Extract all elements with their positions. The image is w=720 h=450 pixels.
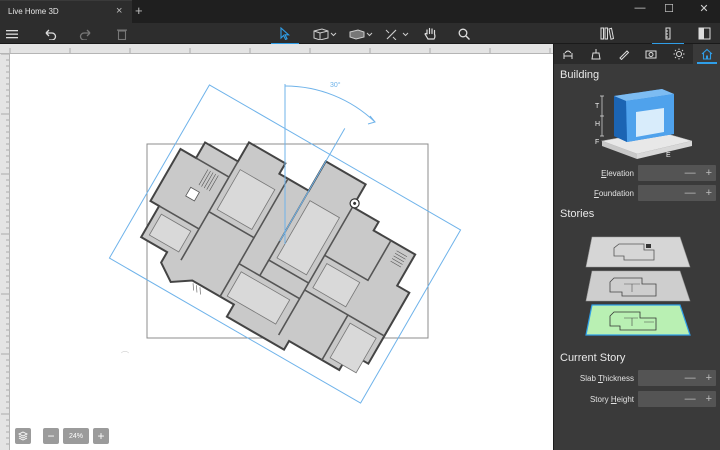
minimize-button[interactable]: —: [630, 2, 650, 14]
pan-hand-icon[interactable]: [420, 23, 440, 44]
close-button[interactable]: ✕: [694, 2, 714, 15]
title-bar: Live Home 3D × + — ☐ ✕: [0, 0, 720, 23]
tab-close-icon[interactable]: ×: [116, 5, 122, 17]
light-tab-icon[interactable]: [665, 44, 693, 64]
diagram-label-t: T: [595, 103, 600, 110]
menu-icon[interactable]: [2, 23, 22, 44]
rotation-angle-label: 30°: [330, 81, 341, 89]
stories-stack: [585, 236, 691, 336]
elevation-field[interactable]: — +: [638, 165, 716, 181]
zoom-out-button[interactable]: −: [43, 428, 59, 444]
layout-icon[interactable]: [694, 23, 714, 44]
elevation-increment[interactable]: +: [706, 167, 712, 179]
slab-thickness-field[interactable]: — +: [638, 370, 716, 386]
app-window: Live Home 3D × + — ☐ ✕ 30° ⌒ − 24% + Bui…: [0, 0, 720, 450]
foundation-field[interactable]: — +: [638, 185, 716, 201]
redo-icon[interactable]: [76, 23, 96, 44]
slab-thickness-label: Slab Thickness: [579, 374, 634, 383]
diagram-label-e: E: [666, 152, 671, 159]
layers-button[interactable]: [15, 428, 31, 444]
paint-tab-icon[interactable]: [610, 44, 638, 64]
story-1-active[interactable]: [585, 304, 691, 336]
tab-title: Live Home 3D: [8, 7, 59, 16]
vertical-ruler: [0, 54, 10, 450]
wall-tool-icon[interactable]: [312, 23, 338, 44]
slab-thickness-decrement[interactable]: —: [685, 372, 696, 384]
elevation-label: Elevation: [601, 169, 634, 178]
camera-tab-icon[interactable]: [637, 44, 665, 64]
story-height-field[interactable]: — +: [638, 391, 716, 407]
slab-thickness-increment[interactable]: +: [706, 372, 712, 384]
furniture-tab-icon[interactable]: [554, 44, 582, 64]
building-diagram: T H F E: [595, 89, 692, 159]
zoom-level[interactable]: 24%: [63, 428, 89, 444]
plan-canvas[interactable]: 30° ⌒: [10, 54, 553, 450]
foundation-label: Foundation: [593, 189, 634, 198]
building-tab-icon[interactable]: [693, 44, 720, 64]
inspector-panel: Building T H F E Elevation — + Foundatio…: [553, 44, 720, 450]
elevation-decrement[interactable]: —: [685, 167, 696, 179]
zoom-in-button[interactable]: +: [93, 428, 109, 444]
measure-tool-icon[interactable]: [384, 23, 410, 44]
story-height-decrement[interactable]: —: [685, 393, 696, 405]
horizontal-ruler: [0, 44, 553, 54]
building-section-title: Building: [560, 69, 600, 81]
current-story-section-title: Current Story: [560, 352, 626, 364]
story-3[interactable]: [585, 236, 691, 268]
stories-section-title: Stories: [560, 208, 595, 220]
maximize-button[interactable]: ☐: [659, 2, 679, 15]
story-2[interactable]: [585, 270, 691, 302]
floor-plan-drawing[interactable]: [108, 59, 475, 404]
story-height-increment[interactable]: +: [706, 393, 712, 405]
inspector-tabs: [554, 44, 720, 64]
story-height-label: Story Height: [589, 395, 634, 404]
main-toolbar: [0, 23, 720, 45]
diagram-label-f: F: [595, 139, 599, 146]
layers-icon: [18, 431, 28, 441]
foundation-decrement[interactable]: —: [685, 187, 696, 199]
room-tool-icon[interactable]: [348, 23, 374, 44]
inspector-icon[interactable]: [652, 23, 684, 45]
document-tab[interactable]: Live Home 3D ×: [0, 0, 132, 23]
trash-icon[interactable]: [112, 23, 132, 44]
zoom-controls: − 24% +: [15, 428, 109, 444]
material-tab-icon[interactable]: [582, 44, 610, 64]
diagram-label-h: H: [595, 121, 600, 128]
undo-icon[interactable]: [40, 23, 60, 44]
library-icon[interactable]: [594, 23, 620, 44]
small-cursor-mark: ⌒: [121, 351, 129, 360]
new-tab-icon[interactable]: +: [135, 3, 143, 18]
foundation-increment[interactable]: +: [706, 187, 712, 199]
search-icon[interactable]: [454, 23, 474, 44]
select-arrow-icon[interactable]: [271, 23, 299, 45]
